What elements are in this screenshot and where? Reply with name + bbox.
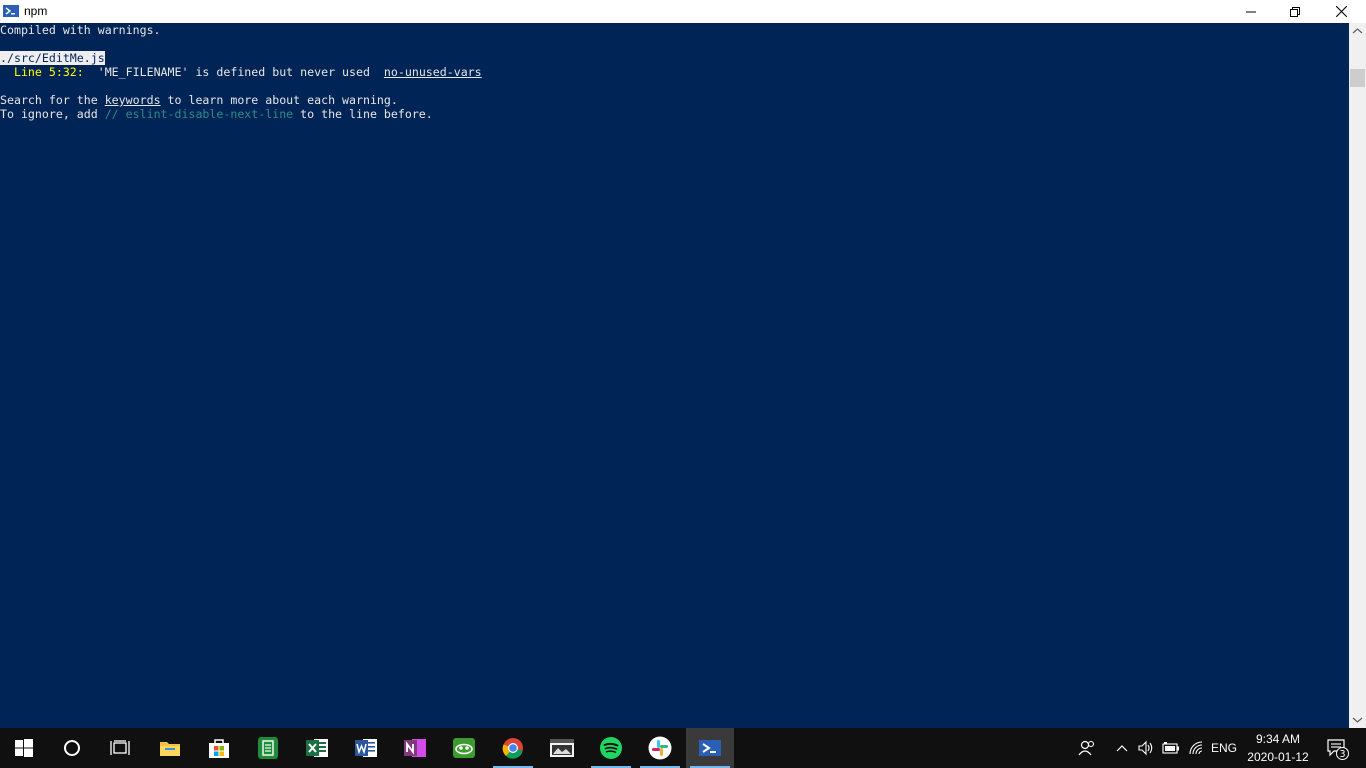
title-bar[interactable]: npm — [0, 0, 1366, 23]
file-explorer-icon — [160, 742, 180, 756]
taskbar-app-word[interactable] — [342, 728, 390, 768]
powershell-icon — [699, 740, 721, 756]
console-output[interactable]: Compiled with warnings. ./src/EditMe.js … — [0, 23, 1349, 728]
onenote-icon — [404, 739, 426, 757]
taskbar-app-spotify[interactable] — [587, 728, 635, 768]
powershell-icon — [3, 3, 19, 19]
battery-icon — [1162, 742, 1179, 754]
console-text: to learn more about each warning. — [160, 93, 398, 107]
console-text: To ignore, add — [0, 107, 105, 121]
window-title: npm — [24, 4, 48, 18]
wifi-icon — [1189, 741, 1203, 755]
compiled-status-text: Compiled with warnings. — [0, 23, 161, 37]
minimize-icon — [1246, 11, 1256, 12]
clock-time: 9:34 AM — [1255, 732, 1301, 746]
console-text: to the line before. — [293, 107, 433, 121]
taskbar-app-chrome[interactable] — [489, 728, 537, 768]
close-button[interactable] — [1318, 0, 1364, 23]
show-hidden-icons-button[interactable] — [1112, 728, 1132, 768]
people-button[interactable] — [1074, 728, 1100, 768]
taskbar-app-powershell[interactable] — [686, 728, 734, 768]
cloud-app-icon — [453, 738, 475, 758]
warning-message: 'ME_FILENAME' is defined but never used — [83, 65, 384, 79]
taskbar-app-onenote[interactable] — [391, 728, 439, 768]
scrollbar-thumb[interactable] — [1350, 69, 1365, 87]
clock-date: 2020-01-12 — [1247, 750, 1309, 764]
console-line: Line 5:32: 'ME_FILENAME' is defined but … — [0, 65, 482, 79]
taskbar-app-cloud[interactable] — [440, 728, 488, 768]
excel-icon — [306, 739, 328, 757]
speaker-icon — [1138, 740, 1153, 756]
restore-icon — [1290, 6, 1300, 17]
network-button[interactable] — [1186, 728, 1208, 768]
slack-icon — [648, 736, 672, 760]
language-indicator[interactable]: ENG — [1208, 728, 1240, 768]
microsoft-store-icon — [209, 739, 229, 758]
people-icon — [1078, 740, 1095, 756]
keywords-link[interactable]: keywords — [105, 93, 161, 107]
selected-file-path[interactable]: ./src/EditMe.js — [0, 51, 105, 65]
close-icon — [1335, 6, 1347, 17]
photos-icon — [550, 739, 574, 757]
taskbar-app-notepad[interactable] — [244, 728, 292, 768]
taskbar-app-photos[interactable] — [538, 728, 586, 768]
console-line: ./src/EditMe.js — [0, 51, 105, 65]
taskbar-app-file-explorer[interactable] — [146, 728, 194, 768]
notification-count: 3 — [1339, 749, 1345, 760]
spotify-icon — [600, 737, 622, 759]
minimize-button[interactable] — [1228, 0, 1274, 23]
task-view-button[interactable] — [96, 728, 144, 768]
cortana-button[interactable] — [48, 728, 96, 768]
console-line: Compiled with warnings. — [0, 23, 161, 37]
chevron-up-icon — [1116, 745, 1128, 752]
clock[interactable]: 9:34 AM 2020-01-12 — [1244, 730, 1312, 766]
start-icon — [15, 739, 33, 757]
console-line: Search for the keywords to learn more ab… — [0, 93, 398, 107]
chrome-icon — [502, 738, 523, 759]
taskbar-app-excel[interactable] — [293, 728, 341, 768]
taskbar: ENG 9:34 AM 2020-01-12 3 — [0, 728, 1366, 768]
restore-button[interactable] — [1272, 0, 1318, 23]
console-text: Search for the — [0, 93, 105, 107]
powershell-window: npm Compiled with warnings. ./src/EditMe… — [0, 0, 1366, 728]
scroll-up-icon[interactable] — [1352, 26, 1363, 37]
action-center-button[interactable]: 3 — [1318, 728, 1358, 768]
battery-button[interactable] — [1160, 728, 1182, 768]
taskbar-app-store[interactable] — [195, 728, 243, 768]
volume-button[interactable] — [1136, 728, 1156, 768]
warning-rule-link[interactable]: no-unused-vars — [384, 65, 482, 79]
console-line: To ignore, add // eslint-disable-next-li… — [0, 107, 433, 121]
taskbar-app-slack[interactable] — [636, 728, 684, 768]
notification-icon: 3 — [1327, 739, 1349, 760]
notepad-icon — [258, 737, 278, 759]
scroll-down-icon[interactable] — [1352, 714, 1363, 725]
word-icon — [355, 739, 377, 757]
warning-location: Line 5:32: — [0, 65, 84, 79]
start-button[interactable] — [0, 728, 48, 768]
vertical-scrollbar[interactable] — [1349, 23, 1366, 728]
task-view-icon — [110, 740, 130, 755]
eslint-comment: // eslint-disable-next-line — [104, 107, 294, 121]
cortana-search-icon — [64, 740, 80, 756]
